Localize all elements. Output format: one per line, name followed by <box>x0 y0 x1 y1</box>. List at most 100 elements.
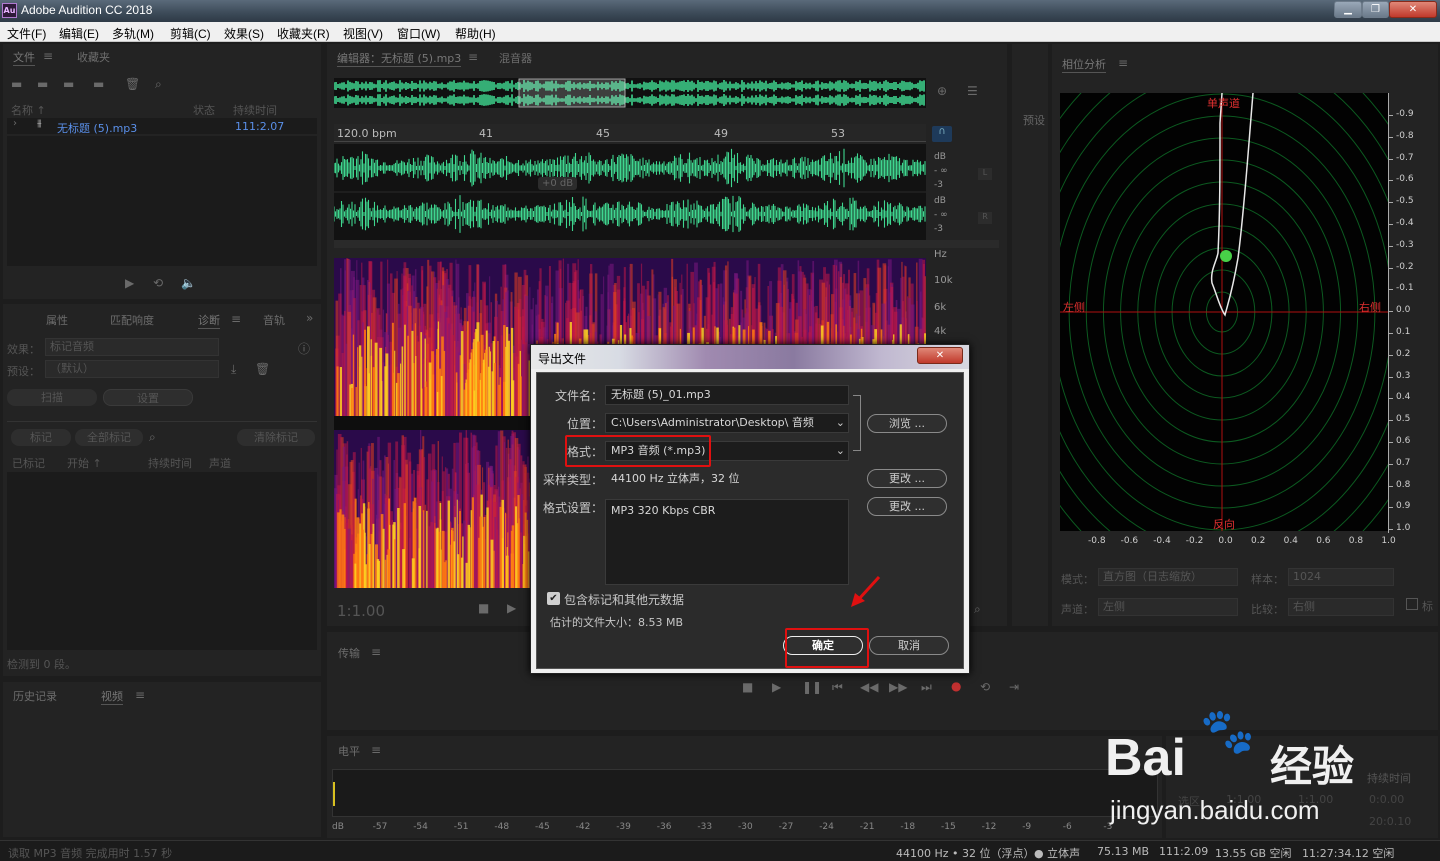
filename-input[interactable]: 无标题 (5)_01.mp3 <box>605 385 849 405</box>
previous-icon[interactable]: ⏮ <box>832 680 843 695</box>
insert-icon[interactable]: ▬ <box>93 77 104 91</box>
panel-menu-icon[interactable]: ≡ <box>468 50 478 64</box>
loop-icon[interactable]: ⟲ <box>153 276 163 290</box>
pause-icon[interactable]: ❚❚ <box>802 680 822 694</box>
scan-button[interactable]: 扫描 <box>7 389 97 406</box>
menu-edit[interactable]: 编辑(E) <box>59 25 99 42</box>
col-start[interactable]: 开始 ↑ <box>67 455 102 471</box>
tab-properties[interactable]: 属性 <box>46 312 68 328</box>
stop-icon[interactable]: ■ <box>742 680 753 694</box>
record-icon[interactable]: ● <box>951 679 961 693</box>
col-channel[interactable]: 声道 <box>209 455 231 471</box>
presets-tab[interactable]: 预设 <box>1023 112 1045 128</box>
more-tabs-icon[interactable]: » <box>306 311 313 325</box>
minimize-button[interactable]: ▁ <box>1334 1 1362 18</box>
menu-window[interactable]: 窗口(W) <box>397 25 440 42</box>
zoom-icon[interactable]: ⊕ <box>937 84 947 98</box>
preset-select[interactable]: （默认） <box>45 360 219 378</box>
panel-menu-icon[interactable]: ≡ <box>1118 56 1128 70</box>
waveform-display[interactable] <box>334 144 926 240</box>
settings-list-icon[interactable]: ☰ <box>967 84 978 98</box>
play-icon[interactable]: ▶ <box>772 680 781 694</box>
mark-checkbox[interactable] <box>1406 598 1418 610</box>
effect-select[interactable]: 标记音频 <box>45 338 219 356</box>
snap-icon[interactable]: ∩ <box>932 126 952 142</box>
mark-all-button[interactable]: 全部标记 <box>75 429 143 446</box>
tab-editor[interactable]: 编辑器：无标题 (5).mp3 <box>337 50 462 67</box>
settings-button[interactable]: 设置 <box>103 389 193 406</box>
tab-files[interactable]: 文件 <box>13 49 35 66</box>
import-icon[interactable]: ▬ <box>37 77 48 91</box>
transport-title[interactable]: 传输 <box>338 645 360 661</box>
info-icon[interactable]: ⓘ <box>298 340 310 357</box>
new-file-icon[interactable]: ▬ <box>63 77 74 91</box>
loop-icon[interactable]: ⟲ <box>980 680 990 694</box>
tab-favorites[interactable]: 收藏夹 <box>77 49 110 65</box>
menu-effects[interactable]: 效果(S) <box>224 25 264 42</box>
play-icon[interactable]: ▶ <box>507 601 516 615</box>
menu-file[interactable]: 文件(F) <box>7 25 46 42</box>
overview-waveform[interactable] <box>334 78 926 108</box>
panel-menu-icon[interactable]: ≡ <box>43 49 53 63</box>
tab-match-loudness[interactable]: 匹配响度 <box>110 312 154 328</box>
restore-button[interactable]: ❐ <box>1362 1 1389 18</box>
clear-marks-button[interactable]: 清除标记 <box>237 429 315 446</box>
menu-view[interactable]: 视图(V) <box>343 25 383 42</box>
rewind-icon[interactable]: ◀◀ <box>860 680 878 694</box>
file-row[interactable]: › ⫵ 无标题 (5).mp3 111:2.07 <box>7 118 317 135</box>
expand-icon[interactable]: › <box>13 118 17 129</box>
change-sample-button[interactable]: 更改 ... <box>867 469 947 488</box>
delete-icon[interactable]: 🗑 <box>125 77 140 91</box>
zoom-icon[interactable]: ⌕ <box>974 602 981 617</box>
panel-menu-icon[interactable]: ≡ <box>231 312 241 326</box>
mode-select[interactable]: 直方图（日志缩放） <box>1098 568 1238 586</box>
level-tick: -48 <box>494 822 510 832</box>
menu-help[interactable]: 帮助(H) <box>455 25 496 42</box>
dialog-close-button[interactable]: ✕ <box>917 347 963 364</box>
timeline-ruler[interactable]: 120.0 bpm 41 45 49 53 <box>334 124 926 142</box>
channel-r-button[interactable]: R <box>978 212 992 224</box>
next-icon[interactable]: ⏭ <box>921 680 932 695</box>
stop-icon[interactable]: ■ <box>478 601 489 615</box>
col-dur[interactable]: 持续时间 <box>148 455 192 471</box>
col-marked[interactable]: 已标记 <box>12 455 45 471</box>
sample-select[interactable]: 1024 <box>1288 568 1394 586</box>
channel-l-button[interactable]: L <box>978 168 992 180</box>
close-button[interactable]: ✕ <box>1389 1 1437 18</box>
delete-preset-icon[interactable]: 🗑 <box>255 362 270 376</box>
search-icon[interactable]: ⌕ <box>155 77 162 92</box>
browse-button[interactable]: 浏览 ... <box>867 414 947 433</box>
tab-history[interactable]: 历史记录 <box>13 688 57 704</box>
split-handle[interactable] <box>334 240 999 248</box>
menu-favorites[interactable]: 收藏夹(R) <box>277 25 330 42</box>
mark-button[interactable]: 标记 <box>11 429 71 446</box>
col-status[interactable]: 状态 <box>193 102 215 118</box>
volume-icon[interactable]: 🔈 <box>181 276 196 290</box>
location-select[interactable]: C:\Users\Administrator\Desktop\ 音频 ⌄ <box>605 413 849 433</box>
include-meta-checkbox[interactable]: ✔ <box>547 592 560 605</box>
panel-menu-icon[interactable]: ≡ <box>371 743 381 757</box>
panel-menu-icon[interactable]: ≡ <box>135 688 145 702</box>
col-duration[interactable]: 持续时间 <box>233 102 277 118</box>
cancel-button[interactable]: 取消 <box>869 636 949 655</box>
change-format-button[interactable]: 更改 ... <box>867 497 947 516</box>
play-icon[interactable]: ▶ <box>125 276 134 290</box>
save-preset-icon[interactable]: ⤓ <box>231 362 236 377</box>
menu-multitrack[interactable]: 多轨(M) <box>112 25 154 42</box>
panel-menu-icon[interactable]: ≡ <box>371 645 381 659</box>
compare-select[interactable]: 右侧 <box>1288 598 1394 616</box>
tab-video[interactable]: 视频 <box>101 688 123 705</box>
levels-title[interactable]: 电平 <box>338 743 360 759</box>
forward-icon[interactable]: ▶▶ <box>889 680 907 694</box>
menu-clip[interactable]: 剪辑(C) <box>170 25 211 42</box>
skip-icon[interactable]: ⇥ <box>1009 680 1019 694</box>
open-folder-icon[interactable]: ▬ <box>11 77 22 91</box>
col-name[interactable]: 名称 ↑ <box>11 102 46 118</box>
gain-hud[interactable]: +0 dB <box>538 177 578 190</box>
tab-diagnostics[interactable]: 诊断 <box>198 312 220 329</box>
channel-select[interactable]: 左侧 <box>1098 598 1238 616</box>
tab-mixer[interactable]: 混音器 <box>499 50 532 66</box>
tab-tracks[interactable]: 音轨 <box>263 312 285 328</box>
phase-title[interactable]: 相位分析 <box>1062 56 1106 73</box>
search-icon[interactable]: ⌕ <box>149 430 156 445</box>
